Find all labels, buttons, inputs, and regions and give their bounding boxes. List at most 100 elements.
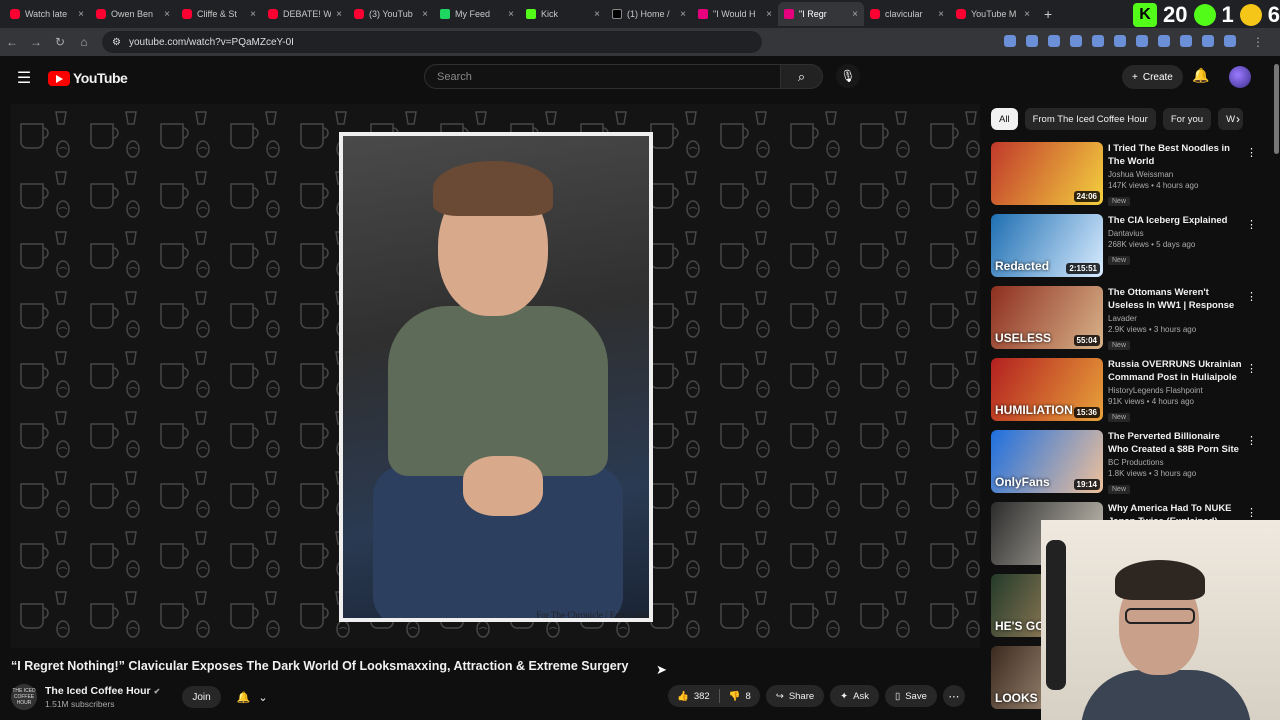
- scrollbar-thumb[interactable]: [1274, 64, 1279, 154]
- video-thumbnail[interactable]: Redacted 2:15:51: [991, 214, 1103, 277]
- site-info-icon[interactable]: ⚙: [112, 37, 121, 48]
- recommendation-channel[interactable]: Joshua Weissman: [1108, 170, 1243, 179]
- more-vertical-icon[interactable]: ⋮: [1246, 218, 1257, 231]
- browser-tab[interactable]: My Feed ×: [434, 2, 520, 26]
- more-vertical-icon[interactable]: ⋮: [1246, 290, 1257, 303]
- more-vertical-icon[interactable]: ⋮: [1246, 434, 1257, 447]
- browser-tab[interactable]: Watch late ×: [4, 2, 90, 26]
- close-icon[interactable]: ×: [1024, 9, 1030, 20]
- forward-icon[interactable]: →: [24, 35, 48, 49]
- voice-search-button[interactable]: 🎙: [836, 64, 860, 88]
- extension-icon[interactable]: [1092, 35, 1104, 47]
- close-icon[interactable]: ×: [508, 9, 514, 20]
- extension-icon[interactable]: [1158, 35, 1170, 47]
- search-input[interactable]: [424, 64, 781, 89]
- account-avatar[interactable]: [1229, 66, 1251, 88]
- recommendation-channel[interactable]: HistoryLegends Flashpoint: [1108, 386, 1243, 395]
- home-icon[interactable]: ⌂: [72, 35, 96, 49]
- browser-tab[interactable]: (1) Home / ×: [606, 2, 692, 26]
- channel-name-row[interactable]: The Iced Coffee Hour ✔: [45, 685, 160, 697]
- more-vertical-icon[interactable]: ⋮: [1246, 506, 1257, 519]
- browser-tab[interactable]: "I Would H ×: [692, 2, 778, 26]
- recommendation-item[interactable]: HUMILIATION 15:36 Russia OVERRUNS Ukrainia…: [991, 358, 1263, 430]
- recommendation-title[interactable]: The Ottomans Weren't Useless In WW1 | Re…: [1108, 286, 1243, 312]
- dislike-button[interactable]: 👎 8: [720, 691, 760, 702]
- recommendation-channel[interactable]: Dantavius: [1108, 229, 1243, 238]
- close-icon[interactable]: ×: [78, 9, 84, 20]
- duration-badge: 15:36: [1073, 407, 1100, 418]
- browser-tab[interactable]: Owen Ben ×: [90, 2, 176, 26]
- close-icon[interactable]: ×: [852, 9, 858, 20]
- notifications-bell-icon[interactable]: 🔔: [1192, 67, 1209, 84]
- browser-tab[interactable]: (3) YouTub ×: [348, 2, 434, 26]
- extension-icon[interactable]: [1114, 35, 1126, 47]
- recommendation-title[interactable]: The Perverted Billionaire Who Created a …: [1108, 430, 1243, 456]
- close-icon[interactable]: ×: [594, 9, 600, 20]
- filter-chip[interactable]: For you: [1162, 108, 1212, 130]
- create-button[interactable]: + Create: [1122, 65, 1183, 89]
- menu-kebab-icon[interactable]: ⋮: [1246, 35, 1270, 49]
- recommendation-item[interactable]: USELESS 55:04 The Ottomans Weren't Useless…: [991, 286, 1263, 358]
- video-thumbnail[interactable]: USELESS 55:04: [991, 286, 1103, 349]
- more-vertical-icon[interactable]: ⋮: [1246, 362, 1257, 375]
- close-icon[interactable]: ×: [164, 9, 170, 20]
- ask-label: Ask: [853, 690, 869, 702]
- recommendation-item[interactable]: OnlyFans 19:14 The Perverted Billionaire W…: [991, 430, 1263, 502]
- new-badge: New: [1108, 485, 1131, 494]
- recommendation-title[interactable]: Russia OVERRUNS Ukrainian Command Post i…: [1108, 358, 1243, 384]
- close-icon[interactable]: ×: [680, 9, 686, 20]
- join-button[interactable]: Join: [182, 686, 221, 708]
- browser-tab[interactable]: DEBATE! W ×: [262, 2, 348, 26]
- extension-icon[interactable]: [1180, 35, 1192, 47]
- address-bar[interactable]: ⚙ youtube.com/watch?v=PQaMZceY-0I: [102, 31, 762, 53]
- video-thumbnail[interactable]: OnlyFans 19:14: [991, 430, 1103, 493]
- more-actions-button[interactable]: ⋯: [942, 685, 965, 707]
- page-scrollbar[interactable]: [1272, 60, 1280, 520]
- reload-icon[interactable]: ↻: [48, 35, 72, 49]
- subscription-bell-button[interactable]: 🔔 ⌄: [229, 686, 276, 708]
- like-button[interactable]: 👍 382: [668, 691, 719, 702]
- channel-avatar[interactable]: THE ICED COFFEE HOUR: [11, 684, 37, 710]
- recommendation-channel[interactable]: Lavader: [1108, 314, 1243, 323]
- recommendation-title[interactable]: I Tried The Best Noodles in The World: [1108, 142, 1243, 168]
- video-thumbnail[interactable]: 24:06: [991, 142, 1103, 205]
- browser-tab[interactable]: clavicular ×: [864, 2, 950, 26]
- close-icon[interactable]: ×: [938, 9, 944, 20]
- recommendation-channel[interactable]: BC Productions: [1108, 458, 1243, 467]
- browser-tab[interactable]: Cliffe & St ×: [176, 2, 262, 26]
- browser-tab[interactable]: YouTube M ×: [950, 2, 1036, 26]
- close-icon[interactable]: ×: [422, 9, 428, 20]
- filter-chip[interactable]: All: [991, 108, 1018, 130]
- extension-icon[interactable]: [1004, 35, 1016, 47]
- tab-favicon-icon: [698, 9, 708, 19]
- close-icon[interactable]: ×: [250, 9, 256, 20]
- profile-icon[interactable]: [1224, 35, 1236, 47]
- browser-tab[interactable]: Kick ×: [520, 2, 606, 26]
- dislike-count: 8: [745, 690, 751, 702]
- extension-icon[interactable]: [1202, 35, 1214, 47]
- chevron-right-icon[interactable]: ›: [1236, 112, 1240, 126]
- more-vertical-icon[interactable]: ⋮: [1246, 146, 1257, 159]
- recommendation-item[interactable]: 24:06 I Tried The Best Noodles in The Wor…: [991, 142, 1263, 214]
- extension-icon[interactable]: [1026, 35, 1038, 47]
- share-button[interactable]: ↪ Share: [765, 685, 825, 707]
- save-button[interactable]: ▯ Save: [884, 685, 937, 707]
- extension-icon[interactable]: [1048, 35, 1060, 47]
- filter-chip[interactable]: From The Iced Coffee Hour: [1024, 108, 1156, 130]
- video-thumbnail[interactable]: HUMILIATION 15:36: [991, 358, 1103, 421]
- ask-button[interactable]: ✦ Ask: [830, 685, 879, 707]
- close-icon[interactable]: ×: [336, 9, 342, 20]
- extension-icon[interactable]: [1136, 35, 1148, 47]
- extension-icon[interactable]: [1070, 35, 1082, 47]
- close-icon[interactable]: ×: [766, 9, 772, 20]
- new-tab-button[interactable]: +: [1036, 6, 1060, 22]
- channel-name[interactable]: The Iced Coffee Hour: [45, 685, 151, 697]
- browser-tab[interactable]: "I Regr ×: [778, 2, 864, 26]
- menu-icon[interactable]: ☰: [0, 68, 48, 88]
- recommendation-title[interactable]: The CIA Iceberg Explained: [1108, 214, 1243, 227]
- recommendation-item[interactable]: Redacted 2:15:51 The CIA Iceberg Explained…: [991, 214, 1263, 286]
- back-icon[interactable]: ←: [0, 35, 24, 49]
- youtube-logo[interactable]: YouTube: [48, 70, 128, 86]
- video-player[interactable]: For The Chronicle / Erin Lubin: [11, 104, 980, 648]
- search-button[interactable]: ⌕: [781, 64, 823, 89]
